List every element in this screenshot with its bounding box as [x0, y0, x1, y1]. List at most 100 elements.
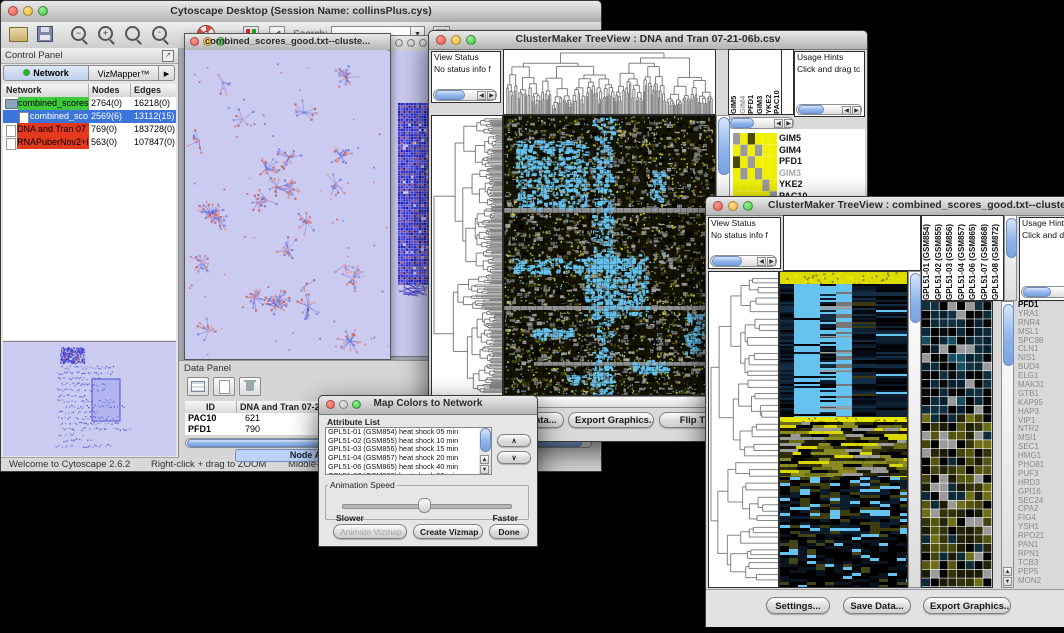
- column-label[interactable]: GPL51-04 (GSM857): [957, 216, 969, 300]
- tv2-title-bar: ClusterMaker TreeView : combined_scores_…: [706, 197, 1064, 216]
- tv1-zoom-row-labels: GIM5GIM4PFD1GIM3YKE2PAC10: [779, 133, 839, 203]
- gene-label[interactable]: GIM5: [779, 133, 839, 145]
- network-row[interactable]: DNA and Tran 07 769(0) 183728(0): [3, 123, 176, 136]
- control-panel-title: Control Panel: [5, 50, 63, 61]
- tv2-global-heatmap[interactable]: [779, 271, 908, 588]
- column-label[interactable]: GPL51-01 (GSM854): [922, 216, 934, 300]
- done-button[interactable]: Done: [489, 524, 529, 539]
- export-graphics-button[interactable]: Export Graphics...: [568, 412, 654, 428]
- gene-label[interactable]: YKE2: [779, 179, 839, 191]
- column-label[interactable]: PFD1: [746, 52, 755, 114]
- network-row[interactable]: combined_scores 2764(0) 16218(0): [3, 97, 176, 110]
- float-panel-icon[interactable]: ↗: [162, 50, 174, 62]
- tv1-row-dendrogram[interactable]: [431, 115, 503, 396]
- status-welcome: Welcome to Cytoscape 2.6.2: [9, 459, 130, 470]
- animation-speed-label: Animation Speed: [328, 480, 397, 490]
- tv2-global-vscrollbar[interactable]: [908, 271, 921, 588]
- speed-slider-thumb[interactable]: [418, 498, 431, 513]
- data-col-id[interactable]: ID: [185, 401, 237, 413]
- zoom-window-icon[interactable]: [419, 39, 427, 47]
- tab-more-button[interactable]: ▶: [159, 65, 175, 81]
- tv1-status-scrollbar[interactable]: ◀▶: [433, 89, 497, 101]
- tv2-row-dendrogram[interactable]: [708, 271, 779, 588]
- tv1-col-dendrogram-canvas[interactable]: [504, 50, 715, 114]
- attribute-list-label: Attribute List: [327, 417, 380, 427]
- gene-label[interactable]: GIM3: [779, 168, 839, 180]
- network-row[interactable]: RNAPuberNov2+I 563(0) 107847(0): [3, 136, 176, 149]
- new-document-icon[interactable]: [213, 377, 235, 396]
- tv2-row-dendrogram-canvas[interactable]: [709, 272, 778, 587]
- settings-button[interactable]: Settings...: [766, 597, 830, 614]
- tv2-zoom-heatmap[interactable]: [921, 301, 993, 588]
- zoom-out-icon[interactable]: −: [71, 26, 86, 41]
- tv1-column-dendrogram[interactable]: [503, 49, 716, 115]
- trash-icon[interactable]: [239, 377, 261, 396]
- network-view-window-1: combined_scores_good.txt--cluste...: [184, 33, 391, 360]
- birdseye-canvas[interactable]: [4, 343, 175, 455]
- network-view-canvas[interactable]: [185, 50, 388, 357]
- column-label[interactable]: GPL51-07 (GSM868): [980, 216, 992, 300]
- col-nodes[interactable]: Nodes: [89, 84, 131, 97]
- network-view-title: combined_scores_good.txt--cluste...: [185, 36, 390, 47]
- tv2-zoom-heatmap-canvas[interactable]: [922, 302, 992, 587]
- control-panel: Control Panel ↗ Network VizMapper™ ▶ Net…: [1, 48, 179, 458]
- tv1-zoom-matrix-canvas[interactable]: [733, 133, 777, 203]
- move-up-button[interactable]: ∧: [497, 434, 531, 447]
- tv1-heatmap-canvas[interactable]: [504, 116, 715, 395]
- tab-network[interactable]: Network: [3, 65, 89, 81]
- tv1-view-status-panel: View Status No status info f ◀▶: [431, 51, 501, 103]
- tv2-collabel-scrollbar[interactable]: [1004, 215, 1017, 301]
- folder-icon: [5, 99, 18, 109]
- main-title-bar: Cytoscape Desktop (Session Name: collins…: [1, 1, 601, 23]
- export-graphics-button[interactable]: Export Graphics...: [923, 597, 1011, 614]
- document-icon: [6, 138, 16, 150]
- attribute-list-scrollbar[interactable]: ▲▼: [479, 428, 491, 474]
- close-icon[interactable]: [395, 39, 403, 47]
- birdseye-panel[interactable]: [3, 341, 176, 456]
- animate-vizmap-button[interactable]: Animate Vizmap: [333, 524, 407, 539]
- save-icon[interactable]: [37, 26, 53, 42]
- gene-label[interactable]: MON2: [1018, 577, 1064, 586]
- dialog-title-bar: Map Colors to Network: [319, 396, 537, 415]
- tv2-status-scrollbar[interactable]: ◀▶: [710, 255, 777, 267]
- tv1-title-bar: ClusterMaker TreeView : DNA and Tran 07-…: [429, 31, 867, 50]
- zoom-selected-icon[interactable]: ▫: [152, 26, 167, 41]
- col-edges[interactable]: Edges: [131, 84, 176, 97]
- animation-speed-group: Animation Speed Slower Faster: [325, 480, 529, 520]
- window-title: Cytoscape Desktop (Session Name: collins…: [1, 5, 601, 17]
- column-label[interactable]: GPL51-03 (GSM856): [945, 216, 957, 300]
- col-network[interactable]: Network: [3, 84, 89, 97]
- tv1-row-dendrogram-canvas[interactable]: [432, 116, 502, 395]
- network-row-selected[interactable]: combined_sco 2569(6) 13112(15): [3, 110, 176, 123]
- zoom-fit-icon[interactable]: [125, 26, 140, 41]
- column-label[interactable]: GIM3: [755, 52, 764, 114]
- tv2-hints-scrollbar[interactable]: [1021, 286, 1064, 298]
- network-tab-icon: [23, 69, 30, 76]
- tv1-usage-hints-panel: Usage Hints Click and drag tc ◀▶: [794, 51, 865, 117]
- column-label[interactable]: GIM5: [729, 52, 738, 114]
- column-label[interactable]: GPL51-02 (GSM855): [934, 216, 946, 300]
- minimize-icon[interactable]: [407, 39, 415, 47]
- column-label[interactable]: PAC10: [772, 52, 781, 114]
- tv1-global-heatmap[interactable]: [503, 115, 716, 396]
- column-label[interactable]: GPL51-06 (GSM865): [968, 216, 980, 300]
- open-file-icon[interactable]: [9, 27, 28, 42]
- tv1-hints-scrollbar[interactable]: ◀▶: [796, 104, 862, 115]
- move-down-button[interactable]: ∨: [497, 451, 531, 464]
- dialog-title: Map Colors to Network: [319, 398, 537, 409]
- table-icon[interactable]: [187, 377, 209, 396]
- gene-label[interactable]: PFD1: [779, 156, 839, 168]
- tv2-view-status-panel: View Status No status info f ◀▶: [708, 217, 781, 269]
- tv1-zoom-hscrollbar[interactable]: ◀▶: [728, 117, 794, 129]
- column-label[interactable]: GPL51-08 (GSM872): [991, 216, 1003, 300]
- gene-label[interactable]: GIM4: [779, 145, 839, 157]
- tv1-title: ClusterMaker TreeView : DNA and Tran 07-…: [429, 33, 867, 45]
- create-vizmap-button[interactable]: Create Vizmap: [413, 524, 483, 539]
- tab-vizmapper[interactable]: VizMapper™: [89, 65, 159, 81]
- tv2-heatmap-canvas[interactable]: [780, 272, 907, 587]
- attribute-item[interactable]: GPL51-07 (GSM868) heat shock 60 min: [326, 472, 491, 475]
- tv1-label-spacer: [782, 49, 794, 115]
- zoom-in-icon[interactable]: +: [98, 26, 113, 41]
- save-data-button[interactable]: Save Data...: [843, 597, 911, 614]
- tv2-zoom-vscrollbar[interactable]: ▲▼: [1001, 301, 1014, 588]
